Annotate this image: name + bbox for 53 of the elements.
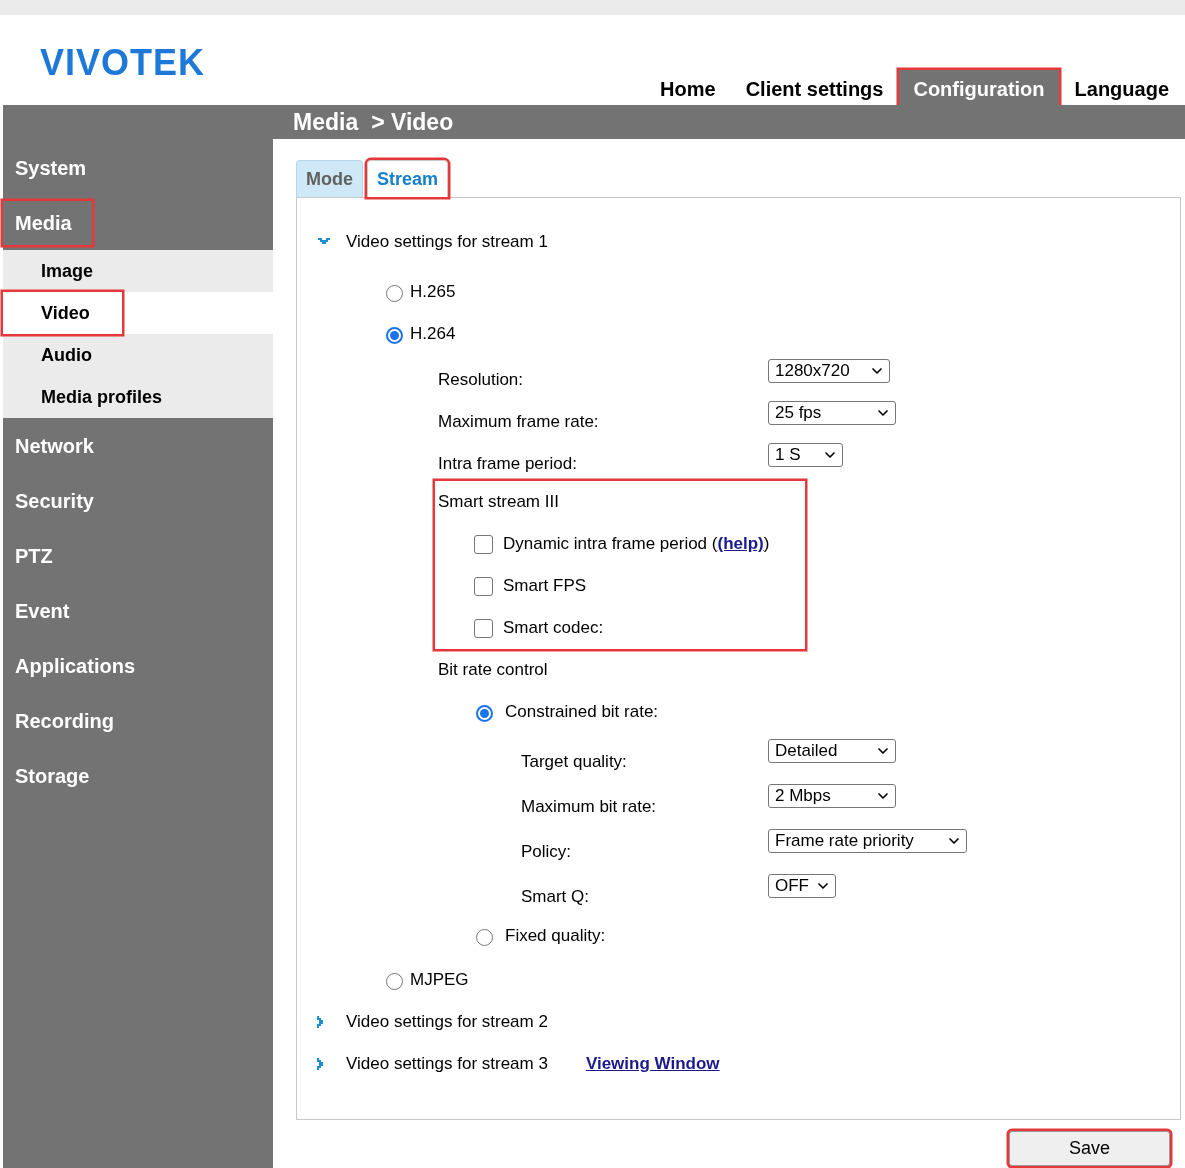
sidebar-item[interactable]: Security — [3, 478, 114, 523]
field-label: Intra frame period: — [438, 453, 578, 476]
field-label: Smart Q: — [521, 885, 590, 908]
checkbox[interactable] — [474, 534, 493, 554]
nav-link[interactable]: Home — [646, 70, 730, 108]
sidebar-item[interactable]: PTZ — [3, 533, 73, 578]
radio-label: Fixed quality: — [505, 925, 606, 948]
group-title: Bit rate control — [438, 659, 548, 682]
tab[interactable]: Stream — [367, 160, 449, 197]
breadcrumb-section: Media — [293, 104, 359, 140]
group-title: Smart stream III — [438, 491, 559, 514]
breadcrumb-page: > Video — [371, 107, 454, 137]
viewing-window-link[interactable]: Viewing Window — [585, 1051, 720, 1077]
radio-label: H.264 — [410, 323, 456, 346]
tab[interactable]: Mode — [296, 160, 363, 197]
dropdown[interactable]: 25 fps — [768, 401, 896, 425]
section-title: Video settings for stream 1 — [346, 231, 548, 254]
field-label: Policy: — [521, 840, 573, 863]
sidebar-item[interactable]: Applications — [3, 643, 155, 688]
dropdown[interactable]: OFF — [768, 873, 836, 898]
logo: VIVOTEK — [40, 45, 206, 81]
dropdown[interactable]: 1280x720 — [768, 359, 890, 383]
field-label: Resolution: — [438, 369, 525, 392]
dropdown[interactable]: Frame rate priority — [768, 828, 967, 853]
checkbox-label: Smart FPS — [503, 575, 587, 598]
dropdown[interactable]: 1 S — [768, 443, 843, 467]
radio-button[interactable] — [476, 705, 493, 722]
radio-button[interactable] — [386, 327, 403, 344]
field-label: Target quality: — [521, 750, 628, 773]
checkbox[interactable] — [474, 576, 493, 596]
nav-link[interactable]: Language — [1060, 70, 1183, 108]
nav-link[interactable]: Configuration — [899, 70, 1059, 108]
dropdown[interactable]: Detailed — [768, 738, 896, 763]
sidebar-item[interactable]: Recording — [3, 698, 134, 743]
help-link[interactable]: (help) — [717, 534, 764, 554]
radio-label: MJPEG — [410, 969, 469, 992]
checkbox-label: Smart codec: — [503, 617, 604, 640]
sidebar-item[interactable]: Network — [3, 423, 114, 468]
field-label: Maximum bit rate: — [521, 795, 658, 818]
radio-label: H.265 — [410, 281, 456, 304]
section-title: Video settings for stream 2 — [346, 1011, 548, 1034]
radio-label: Constrained bit rate: — [505, 701, 659, 724]
sidebar-item[interactable]: Storage — [3, 753, 110, 798]
sidebar-item[interactable]: Event — [3, 588, 90, 633]
field-label: Maximum frame rate: — [438, 411, 600, 434]
checkbox[interactable] — [474, 618, 493, 638]
sidebar-item[interactable]: System — [3, 145, 107, 190]
nav-link[interactable]: Client settings — [731, 70, 898, 108]
checkbox-label: Dynamic intra frame period ((help)) — [503, 533, 770, 556]
sidebar-item[interactable]: Media — [3, 200, 92, 245]
save-button[interactable]: Save — [1009, 1131, 1170, 1166]
dropdown[interactable]: 2 Mbps — [768, 783, 896, 808]
section-title: Video settings for stream 3 — [346, 1053, 548, 1076]
